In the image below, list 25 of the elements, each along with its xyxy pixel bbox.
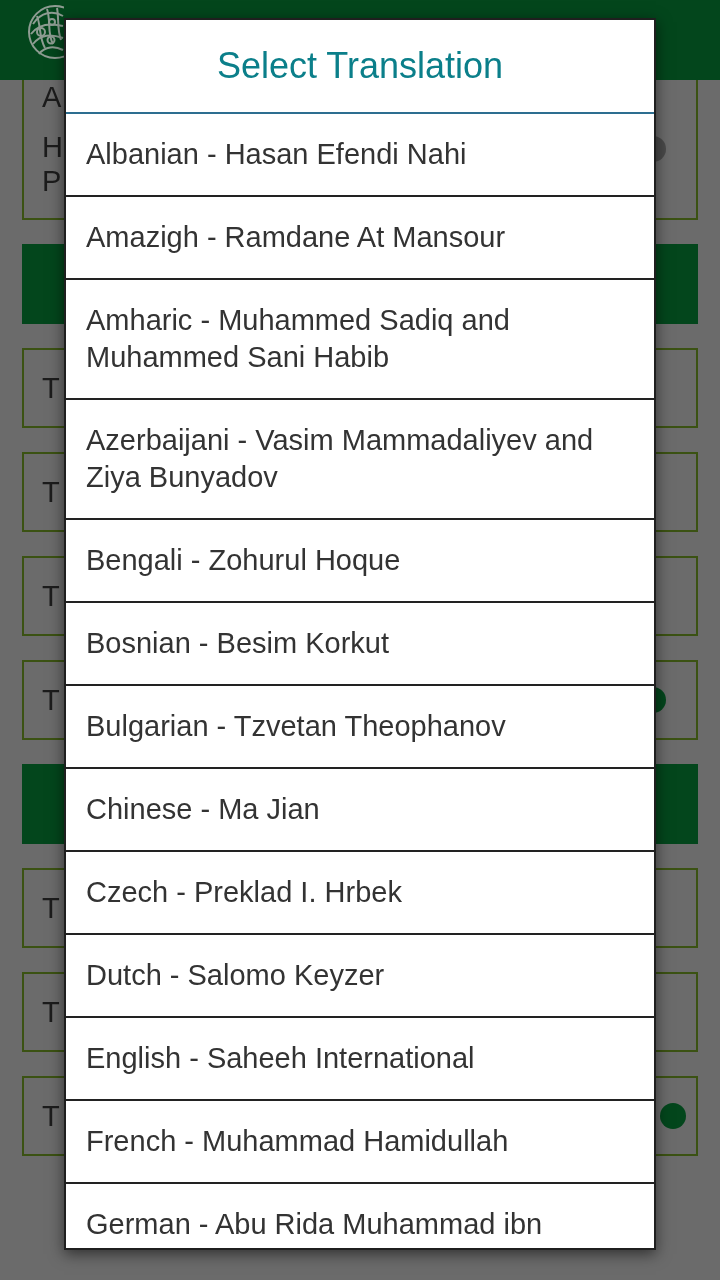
translation-option[interactable]: French - Muhammad Hamidullah [66, 1101, 654, 1184]
setting-label: T [42, 475, 60, 509]
translation-option[interactable]: Chinese - Ma Jian [66, 769, 654, 852]
setting-label: T [42, 683, 60, 717]
setting-label: T [42, 371, 60, 405]
translation-option[interactable]: German - Abu Rida Muhammad ibn [66, 1184, 654, 1248]
setting-label: P [42, 164, 62, 198]
setting-label: H [42, 130, 63, 164]
round-emblem-icon [27, 4, 64, 60]
translation-option[interactable]: Bengali - Zohurul Hoque [66, 520, 654, 603]
translation-option[interactable]: Bosnian - Besim Korkut [66, 603, 654, 686]
translation-option[interactable]: Czech - Preklad I. Hrbek [66, 852, 654, 935]
setting-label: A [42, 80, 62, 114]
translation-option[interactable]: Bulgarian - Tzvetan Theophanov [66, 686, 654, 769]
translation-option[interactable]: Dutch - Salomo Keyzer [66, 935, 654, 1018]
translation-option[interactable]: Amazigh - Ramdane At Mansour [66, 197, 654, 280]
setting-label: T [42, 1099, 60, 1133]
translation-option[interactable]: Albanian - Hasan Efendi Nahi [66, 114, 654, 197]
selected-dot-icon[interactable] [660, 1103, 686, 1129]
translation-option[interactable]: English - Saheeh International [66, 1018, 654, 1101]
setting-label: T [42, 579, 60, 613]
translation-option[interactable]: Amharic - Muhammed Sadiq and Muhammed Sani Habib [66, 280, 654, 400]
setting-label: T [42, 891, 60, 925]
translation-option[interactable]: Azerbaijani - Vasim Mammadaliyev and Ziya Bunyadov [66, 400, 654, 520]
setting-label: T [42, 995, 60, 1029]
